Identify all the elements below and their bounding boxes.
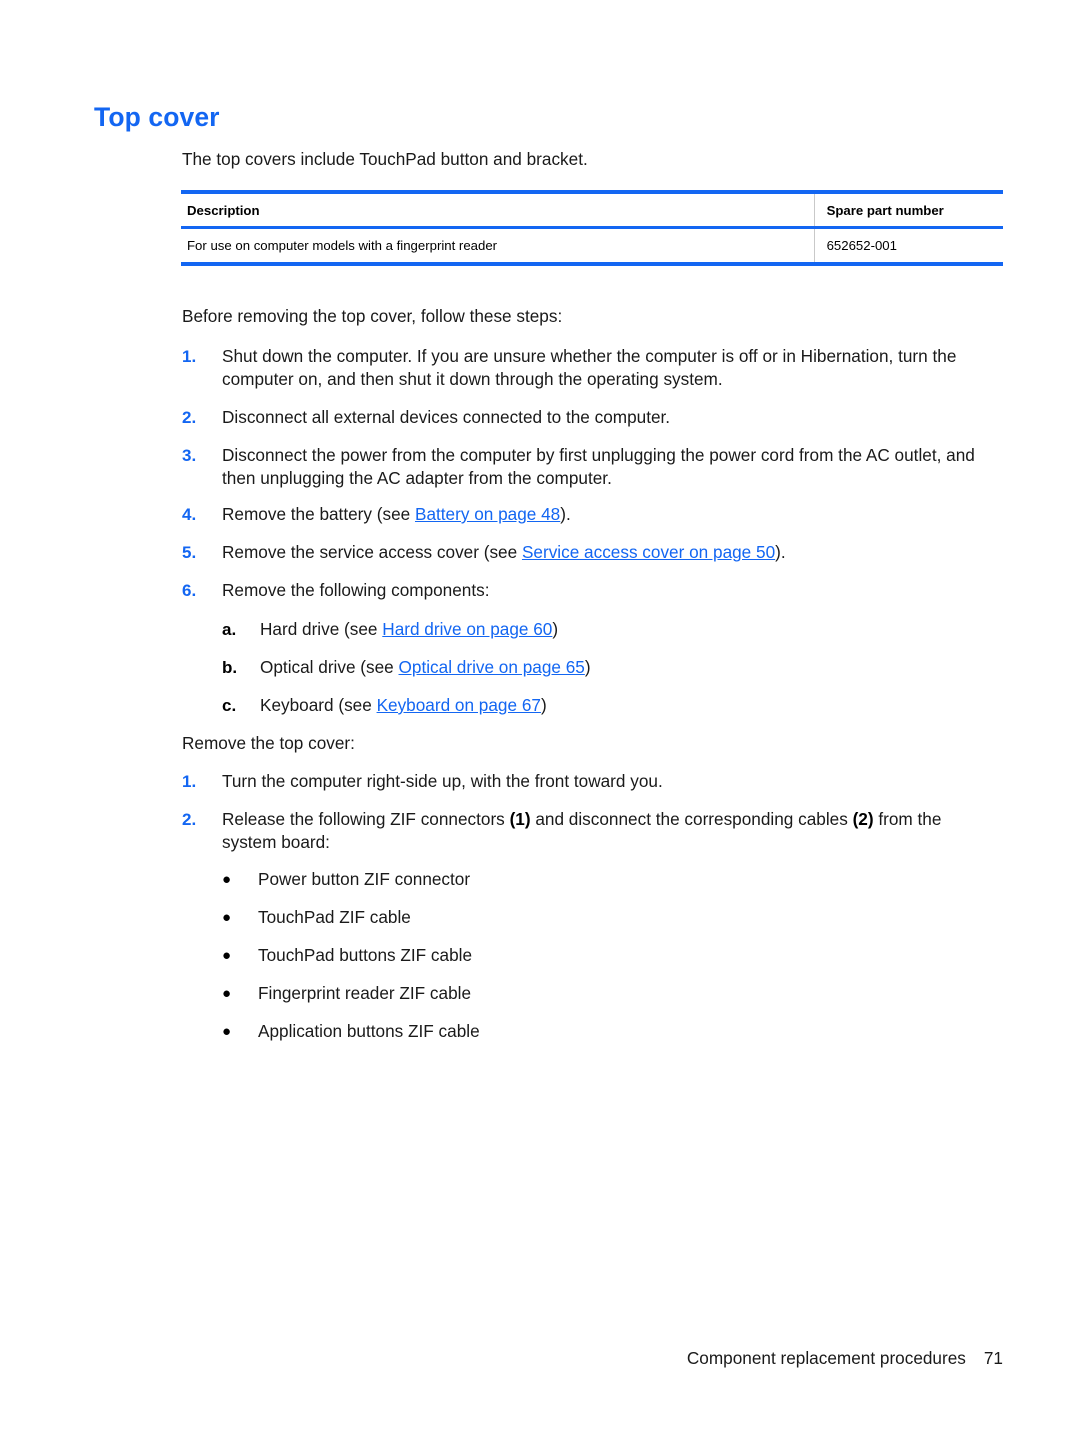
remove-section-lead: Remove the top cover: [182, 733, 355, 753]
callout-ref-1: (1) [509, 809, 531, 829]
text-before-link: Keyboard (see [260, 695, 377, 715]
list-item-text: TouchPad ZIF cable [258, 907, 411, 927]
list-item-text: Disconnect all external devices connecte… [222, 407, 671, 427]
cell-spare-part-number: 652652-001 [813, 229, 1003, 262]
list-item-text: Hard drive (see Hard drive on page 60) [260, 618, 982, 641]
list-marker: b. [222, 658, 238, 677]
column-header-spare-part-number: Spare part number [813, 194, 1003, 226]
list-marker: 1. [182, 772, 197, 791]
list-item: b. Optical drive (see Optical drive on p… [222, 656, 982, 679]
step2-text-part2: and disconnect the corresponding cables [530, 809, 853, 829]
column-header-description: Description [187, 203, 260, 218]
document-page: Top cover The top covers include TouchPa… [0, 0, 1080, 1437]
list-item-text: Shut down the computer. If you are unsur… [222, 346, 957, 390]
list-marker: 1. [182, 347, 197, 366]
text-before-link: Hard drive (see [260, 619, 383, 639]
list-item-text: Remove the battery (see Battery on page … [222, 503, 982, 526]
list-marker: 2. [182, 810, 197, 829]
list-item-text: Application buttons ZIF cable [258, 1021, 480, 1041]
table-rule-bottom [181, 262, 1003, 266]
text-after-link: ) [584, 657, 591, 677]
footer-page-number: 71 [983, 1348, 1003, 1368]
list-marker: 3. [182, 446, 197, 465]
list-item-text: Keyboard (see Keyboard on page 67) [260, 694, 982, 717]
list-item-text: Release the following ZIF connectors (1)… [222, 808, 987, 854]
list-item: 1. Turn the computer right-side up, with… [182, 770, 982, 793]
list-item: a. Hard drive (see Hard drive on page 60… [222, 618, 982, 641]
list-item: 6. Remove the following components: [182, 579, 982, 602]
footer-label: Component replacement procedures [686, 1348, 966, 1368]
list-item-text: Fingerprint reader ZIF cable [258, 983, 472, 1003]
text-after-link: ) [540, 695, 547, 715]
list-item-text: TouchPad buttons ZIF cable [258, 945, 473, 965]
list-item-text: Optical drive (see Optical drive on page… [260, 656, 982, 679]
text-before-link: Optical drive (see [260, 657, 399, 677]
list-marker: 6. [182, 581, 197, 600]
list-marker: 2. [182, 408, 197, 427]
bullet-icon: ● [222, 871, 232, 888]
step2-text-part1: Release the following ZIF connectors [222, 809, 510, 829]
list-marker: 4. [182, 505, 197, 524]
bullet-icon: ● [222, 985, 232, 1002]
list-item-text: Disconnect the power from the computer b… [222, 445, 975, 489]
table-header-row: Description Spare part number [181, 194, 1003, 226]
list-item: ● Power button ZIF connector [222, 868, 922, 891]
text-after-link: ). [560, 504, 571, 524]
list-item: 1. Shut down the computer. If you are un… [182, 345, 982, 391]
text-before-link: Remove the battery (see [222, 504, 415, 524]
bullet-icon: ● [222, 909, 232, 926]
list-item: ● Fingerprint reader ZIF cable [222, 982, 922, 1005]
list-item: 5. Remove the service access cover (see … [182, 541, 982, 564]
text-after-link: ) [552, 619, 559, 639]
list-marker: 5. [182, 543, 197, 562]
list-item-text: Remove the service access cover (see Ser… [222, 541, 982, 564]
spare-parts-table: Description Spare part number For use on… [181, 190, 1003, 266]
page-footer: Component replacement procedures 71 [0, 1348, 1003, 1369]
link-hard-drive[interactable]: Hard drive on page 60 [382, 619, 552, 639]
link-battery[interactable]: Battery on page 48 [415, 504, 560, 524]
list-item: c. Keyboard (see Keyboard on page 67) [222, 694, 982, 717]
table-row: For use on computer models with a finger… [181, 229, 1003, 262]
link-service-access-cover[interactable]: Service access cover on page 50 [522, 542, 775, 562]
list-item-text: Power button ZIF connector [258, 869, 471, 889]
list-marker: c. [222, 696, 237, 715]
cell-description: For use on computer models with a finger… [187, 238, 498, 253]
page-title: Top cover [94, 102, 220, 132]
bullet-icon: ● [222, 947, 232, 964]
text-before-link: Remove the service access cover (see [222, 542, 522, 562]
list-item: 3. Disconnect the power from the compute… [182, 444, 992, 490]
link-optical-drive[interactable]: Optical drive on page 65 [399, 657, 585, 677]
list-item: ● Application buttons ZIF cable [222, 1020, 922, 1043]
text-after-link: ). [775, 542, 786, 562]
list-item: 4. Remove the battery (see Battery on pa… [182, 503, 982, 526]
before-removing-lead: Before removing the top cover, follow th… [182, 306, 563, 326]
list-item: 2. Disconnect all external devices conne… [182, 406, 982, 429]
intro-paragraph: The top covers include TouchPad button a… [182, 149, 588, 169]
list-item: 2. Release the following ZIF connectors … [182, 808, 987, 854]
list-item-text: Turn the computer right-side up, with th… [222, 771, 663, 791]
list-marker: a. [222, 620, 237, 639]
bullet-icon: ● [222, 1023, 232, 1040]
list-item: ● TouchPad ZIF cable [222, 906, 922, 929]
list-item: ● TouchPad buttons ZIF cable [222, 944, 922, 967]
callout-ref-2: (2) [852, 809, 874, 829]
link-keyboard[interactable]: Keyboard on page 67 [377, 695, 541, 715]
list-item-text: Remove the following components: [222, 580, 490, 600]
